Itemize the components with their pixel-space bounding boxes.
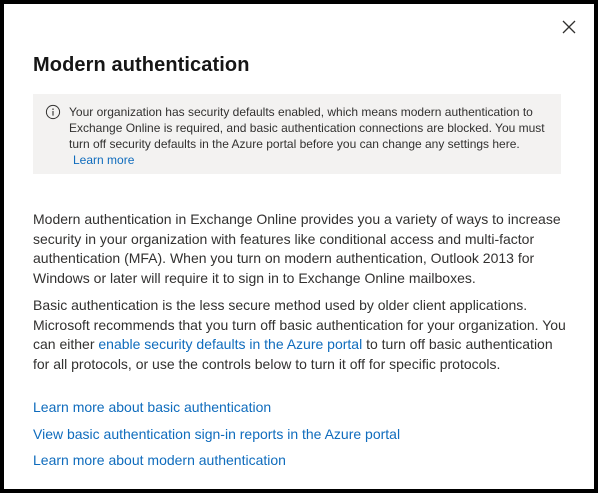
modern-authentication-dialog: Modern authentication Your organization … xyxy=(4,4,594,489)
sign-in-reports-link-row: View basic authentication sign-in report… xyxy=(33,425,400,444)
description: Modern authentication in Exchange Online… xyxy=(33,210,570,382)
banner-text: Your organization has security defaults … xyxy=(69,105,545,151)
dialog-title: Modern authentication xyxy=(33,54,250,76)
close-icon[interactable] xyxy=(560,18,578,36)
security-defaults-banner: Your organization has security defaults … xyxy=(33,94,561,174)
learn-more-modern-auth-link[interactable]: Learn more about modern authentication xyxy=(33,452,286,468)
banner-message: Your organization has security defaults … xyxy=(69,104,545,168)
basic-auth-link-row: Learn more about basic authentication xyxy=(33,398,271,417)
info-icon xyxy=(45,104,61,120)
learn-more-basic-auth-link[interactable]: Learn more about basic authentication xyxy=(33,399,271,415)
modern-auth-paragraph: Modern authentication in Exchange Online… xyxy=(33,211,561,286)
basic-auth-paragraph: Basic authentication is the less secure … xyxy=(33,296,570,374)
enable-security-defaults-link[interactable]: enable security defaults in the Azure po… xyxy=(98,336,362,352)
banner-learn-more-link[interactable]: Learn more xyxy=(73,152,134,168)
sign-in-reports-link[interactable]: View basic authentication sign-in report… xyxy=(33,426,400,442)
close-button[interactable] xyxy=(560,18,578,36)
modern-auth-link-row: Learn more about modern authentication xyxy=(33,451,286,470)
